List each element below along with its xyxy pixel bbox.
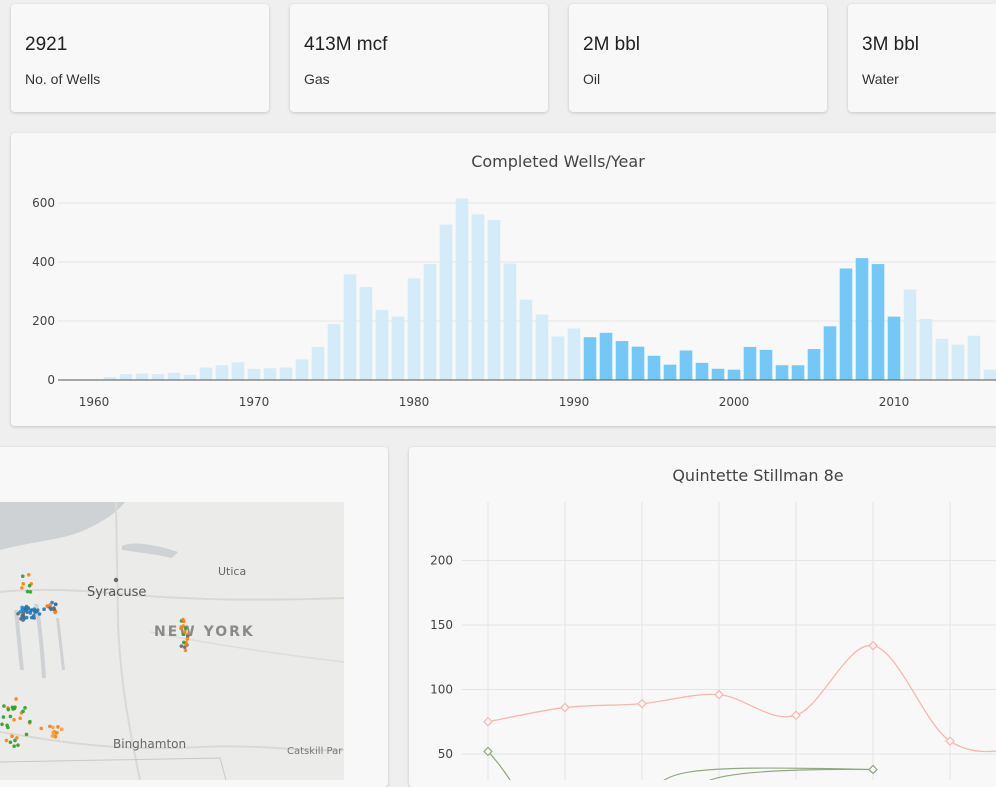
bar[interactable]	[551, 336, 565, 380]
bar[interactable]	[919, 318, 933, 380]
bar[interactable]	[807, 349, 821, 380]
bar[interactable]	[727, 369, 741, 380]
map-canvas: Syracuse Utica NEW YORK Binghamton Catsk…	[0, 502, 344, 780]
bar[interactable]	[535, 314, 549, 380]
wells-map[interactable]: Syracuse Utica NEW YORK Binghamton Catsk…	[0, 502, 344, 780]
x-tick-label: 2000	[719, 395, 750, 409]
bar[interactable]	[487, 220, 501, 380]
x-tick-label: 1990	[559, 395, 590, 409]
bar[interactable]	[935, 338, 949, 380]
x-tick-label: 2010	[879, 395, 910, 409]
bar[interactable]	[663, 364, 677, 380]
bar[interactable]	[855, 258, 869, 380]
wells-bar-chart: 0 200 400 600 1960 1970 1980 1990 2000 2010	[32, 196, 996, 409]
bar[interactable]	[135, 373, 149, 380]
bar[interactable]	[695, 362, 709, 380]
map-label-new-york: NEW YORK	[154, 624, 255, 640]
bar[interactable]	[631, 346, 645, 380]
bar[interactable]	[679, 350, 693, 381]
x-tick-label: 1970	[239, 395, 270, 409]
y-tick-label: 200	[32, 314, 55, 328]
bar[interactable]	[823, 326, 837, 380]
bar[interactable]	[247, 368, 261, 380]
bar[interactable]	[503, 263, 517, 380]
bar[interactable]	[839, 268, 853, 380]
bar[interactable]	[391, 316, 405, 380]
bar[interactable]	[871, 264, 885, 380]
map-label-syracuse: Syracuse	[87, 585, 146, 600]
bar[interactable]	[887, 316, 901, 380]
bar[interactable]	[407, 278, 421, 380]
bar[interactable]	[455, 198, 469, 380]
bar[interactable]	[519, 299, 533, 380]
bar[interactable]	[647, 355, 661, 380]
bar[interactable]	[743, 346, 757, 380]
bar[interactable]	[167, 372, 181, 380]
bar[interactable]	[119, 374, 133, 380]
bar[interactable]	[967, 335, 981, 380]
bar[interactable]	[615, 341, 629, 380]
map-label-binghamton: Binghamton	[113, 737, 186, 751]
bar[interactable]	[327, 323, 341, 380]
bar[interactable]	[279, 367, 293, 380]
bar[interactable]	[983, 369, 996, 380]
bar[interactable]	[199, 367, 213, 380]
bar[interactable]	[791, 365, 805, 380]
map-label-utica: Utica	[218, 565, 246, 578]
bar[interactable]	[311, 346, 325, 380]
bar[interactable]	[951, 344, 965, 380]
bar[interactable]	[263, 368, 277, 380]
bar[interactable]	[903, 289, 917, 380]
line-chart-card: Quintette Stillman 8e	[409, 447, 996, 787]
map-label-catskill: Catskill Par	[287, 746, 343, 757]
y-tick-label: 600	[32, 196, 55, 210]
bar[interactable]	[183, 374, 197, 380]
bar[interactable]	[711, 368, 725, 380]
bar[interactable]	[343, 274, 357, 380]
x-tick-label: 1980	[399, 395, 430, 409]
chart-title: Quintette Stillman 8e	[672, 466, 844, 485]
bar[interactable]	[439, 224, 453, 380]
y-tick-label: 400	[32, 255, 55, 269]
bar[interactable]	[567, 328, 581, 380]
bar[interactable]	[583, 337, 597, 380]
x-tick-label: 1960	[79, 395, 110, 409]
bar[interactable]	[471, 214, 485, 380]
bar[interactable]	[759, 349, 773, 380]
bar[interactable]	[151, 374, 165, 380]
bar[interactable]	[231, 362, 245, 380]
bar[interactable]	[423, 264, 437, 380]
bar[interactable]	[599, 332, 613, 380]
bar[interactable]	[359, 287, 373, 380]
bar[interactable]	[215, 365, 229, 380]
bar[interactable]	[775, 365, 789, 380]
bar[interactable]	[295, 359, 309, 380]
bar[interactable]	[375, 309, 389, 380]
y-tick-label: 0	[47, 373, 55, 387]
